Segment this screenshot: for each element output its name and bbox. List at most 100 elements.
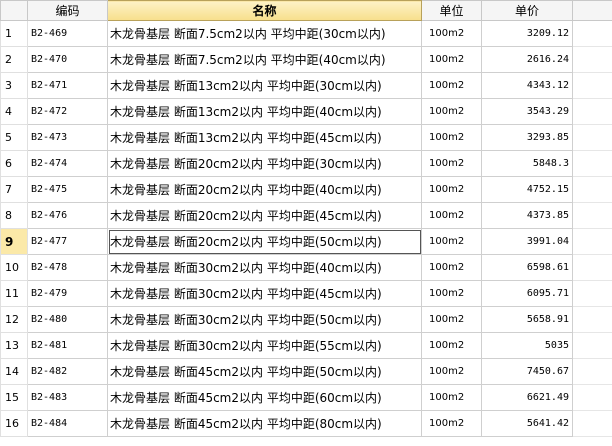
name-cell[interactable]: 木龙骨基层 断面20cm2以内 平均中距(50cm以内) (107, 228, 422, 255)
code-cell[interactable]: B2-482 (27, 358, 108, 385)
unit-cell[interactable]: 100m2 (421, 280, 482, 307)
code-column-header[interactable]: 编码 (27, 0, 108, 21)
code-cell[interactable]: B2-477 (27, 228, 108, 255)
table-row[interactable]: 7 B2-475 木龙骨基层 断面20cm2以内 平均中距(40cm以内) 100m2… (0, 176, 612, 203)
unit-cell[interactable]: 100m2 (421, 228, 482, 255)
name-cell[interactable]: 木龙骨基层 断面45cm2以内 平均中距(50cm以内) (107, 358, 422, 385)
price-cell[interactable]: 6095.71 (481, 280, 573, 307)
code-cell[interactable]: B2-484 (27, 410, 108, 437)
name-cell[interactable]: 木龙骨基层 断面30cm2以内 平均中距(55cm以内) (107, 332, 422, 359)
name-cell[interactable]: 木龙骨基层 断面20cm2以内 平均中距(40cm以内) (107, 176, 422, 203)
unit-cell[interactable]: 100m2 (421, 384, 482, 411)
unit-cell[interactable]: 100m2 (421, 124, 482, 151)
unit-cell[interactable]: 100m2 (421, 358, 482, 385)
table-row[interactable]: 9 B2-477 木龙骨基层 断面20cm2以内 平均中距(50cm以内) 100m2… (0, 228, 612, 255)
name-cell[interactable]: 木龙骨基层 断面45cm2以内 平均中距(60cm以内) (107, 384, 422, 411)
table-row[interactable]: 6 B2-474 木龙骨基层 断面20cm2以内 平均中距(30cm以内) 100m2… (0, 150, 612, 177)
table-row[interactable]: 3 B2-471 木龙骨基层 断面13cm2以内 平均中距(30cm以内) 100m2… (0, 72, 612, 99)
price-cell[interactable]: 3543.29 (481, 98, 573, 125)
unit-cell[interactable]: 100m2 (421, 46, 482, 73)
price-cell[interactable]: 4343.12 (481, 72, 573, 99)
table-row[interactable]: 4 B2-472 木龙骨基层 断面13cm2以内 平均中距(40cm以内) 100m2… (0, 98, 612, 125)
name-cell[interactable]: 木龙骨基层 断面30cm2以内 平均中距(45cm以内) (107, 280, 422, 307)
unit-cell[interactable]: 100m2 (421, 98, 482, 125)
name-cell[interactable]: 木龙骨基层 断面7.5cm2以内 平均中距(40cm以内) (107, 46, 422, 73)
price-column-header[interactable]: 单价 (481, 0, 573, 21)
row-number[interactable]: 11 (0, 280, 28, 307)
unit-cell[interactable]: 100m2 (421, 410, 482, 437)
price-cell[interactable]: 3293.85 (481, 124, 573, 151)
code-cell[interactable]: B2-470 (27, 46, 108, 73)
table-row[interactable]: 1 B2-469 木龙骨基层 断面7.5cm2以内 平均中距(30cm以内) 100m… (0, 20, 612, 47)
table-row[interactable]: 5 B2-473 木龙骨基层 断面13cm2以内 平均中距(45cm以内) 100m2… (0, 124, 612, 151)
row-number[interactable]: 14 (0, 358, 28, 385)
row-number[interactable]: 8 (0, 202, 28, 229)
table-row[interactable]: 13 B2-481 木龙骨基层 断面30cm2以内 平均中距(55cm以内) 100m… (0, 332, 612, 359)
code-cell[interactable]: B2-479 (27, 280, 108, 307)
code-cell[interactable]: B2-476 (27, 202, 108, 229)
price-cell[interactable]: 6621.49 (481, 384, 573, 411)
unit-cell[interactable]: 100m2 (421, 332, 482, 359)
code-cell[interactable]: B2-481 (27, 332, 108, 359)
rownum-header[interactable] (0, 0, 28, 21)
price-cell[interactable]: 7450.67 (481, 358, 573, 385)
row-number[interactable]: 10 (0, 254, 28, 281)
unit-column-header[interactable]: 单位 (421, 0, 482, 21)
name-cell[interactable]: 木龙骨基层 断面13cm2以内 平均中距(45cm以内) (107, 124, 422, 151)
price-cell[interactable]: 3991.04 (481, 228, 573, 255)
unit-cell[interactable]: 100m2 (421, 306, 482, 333)
row-number[interactable]: 7 (0, 176, 28, 203)
name-column-header[interactable]: 名称 (107, 0, 422, 21)
name-cell[interactable]: 木龙骨基层 断面13cm2以内 平均中距(30cm以内) (107, 72, 422, 99)
unit-cell[interactable]: 100m2 (421, 202, 482, 229)
row-number[interactable]: 5 (0, 124, 28, 151)
price-cell[interactable]: 5035 (481, 332, 573, 359)
table-row[interactable]: 12 B2-480 木龙骨基层 断面30cm2以内 平均中距(50cm以内) 100m… (0, 306, 612, 333)
table-row[interactable]: 8 B2-476 木龙骨基层 断面20cm2以内 平均中距(45cm以内) 100m2… (0, 202, 612, 229)
table-row[interactable]: 15 B2-483 木龙骨基层 断面45cm2以内 平均中距(60cm以内) 100m… (0, 384, 612, 411)
price-cell[interactable]: 3209.12 (481, 20, 573, 47)
code-cell[interactable]: B2-480 (27, 306, 108, 333)
name-cell[interactable]: 木龙骨基层 断面13cm2以内 平均中距(40cm以内) (107, 98, 422, 125)
row-number[interactable]: 4 (0, 98, 28, 125)
unit-cell[interactable]: 100m2 (421, 72, 482, 99)
row-number[interactable]: 9 (0, 228, 28, 255)
code-cell[interactable]: B2-471 (27, 72, 108, 99)
code-cell[interactable]: B2-469 (27, 20, 108, 47)
row-number[interactable]: 2 (0, 46, 28, 73)
code-cell[interactable]: B2-478 (27, 254, 108, 281)
price-cell[interactable]: 4752.15 (481, 176, 573, 203)
unit-cell[interactable]: 100m2 (421, 150, 482, 177)
name-cell[interactable]: 木龙骨基层 断面30cm2以内 平均中距(40cm以内) (107, 254, 422, 281)
table-row[interactable]: 16 B2-484 木龙骨基层 断面45cm2以内 平均中距(80cm以内) 100m… (0, 410, 612, 437)
row-number[interactable]: 6 (0, 150, 28, 177)
table-row[interactable]: 10 B2-478 木龙骨基层 断面30cm2以内 平均中距(40cm以内) 100m… (0, 254, 612, 281)
code-cell[interactable]: B2-483 (27, 384, 108, 411)
code-cell[interactable]: B2-474 (27, 150, 108, 177)
price-cell[interactable]: 5641.42 (481, 410, 573, 437)
price-cell[interactable]: 4373.85 (481, 202, 573, 229)
name-cell[interactable]: 木龙骨基层 断面45cm2以内 平均中距(80cm以内) (107, 410, 422, 437)
code-cell[interactable]: B2-472 (27, 98, 108, 125)
row-number[interactable]: 1 (0, 20, 28, 47)
unit-cell[interactable]: 100m2 (421, 176, 482, 203)
name-cell[interactable]: 木龙骨基层 断面30cm2以内 平均中距(50cm以内) (107, 306, 422, 333)
row-number[interactable]: 15 (0, 384, 28, 411)
code-cell[interactable]: B2-473 (27, 124, 108, 151)
table-row[interactable]: 2 B2-470 木龙骨基层 断面7.5cm2以内 平均中距(40cm以内) 100m… (0, 46, 612, 73)
price-cell[interactable]: 5848.3 (481, 150, 573, 177)
row-number[interactable]: 12 (0, 306, 28, 333)
name-cell[interactable]: 木龙骨基层 断面20cm2以内 平均中距(45cm以内) (107, 202, 422, 229)
code-cell[interactable]: B2-475 (27, 176, 108, 203)
price-cell[interactable]: 5658.91 (481, 306, 573, 333)
unit-cell[interactable]: 100m2 (421, 20, 482, 47)
table-row[interactable]: 14 B2-482 木龙骨基层 断面45cm2以内 平均中距(50cm以内) 100m… (0, 358, 612, 385)
row-number[interactable]: 13 (0, 332, 28, 359)
row-number[interactable]: 16 (0, 410, 28, 437)
table-row[interactable]: 11 B2-479 木龙骨基层 断面30cm2以内 平均中距(45cm以内) 100m… (0, 280, 612, 307)
name-cell[interactable]: 木龙骨基层 断面7.5cm2以内 平均中距(30cm以内) (107, 20, 422, 47)
price-cell[interactable]: 6598.61 (481, 254, 573, 281)
price-cell[interactable]: 2616.24 (481, 46, 573, 73)
name-cell[interactable]: 木龙骨基层 断面20cm2以内 平均中距(30cm以内) (107, 150, 422, 177)
row-number[interactable]: 3 (0, 72, 28, 99)
